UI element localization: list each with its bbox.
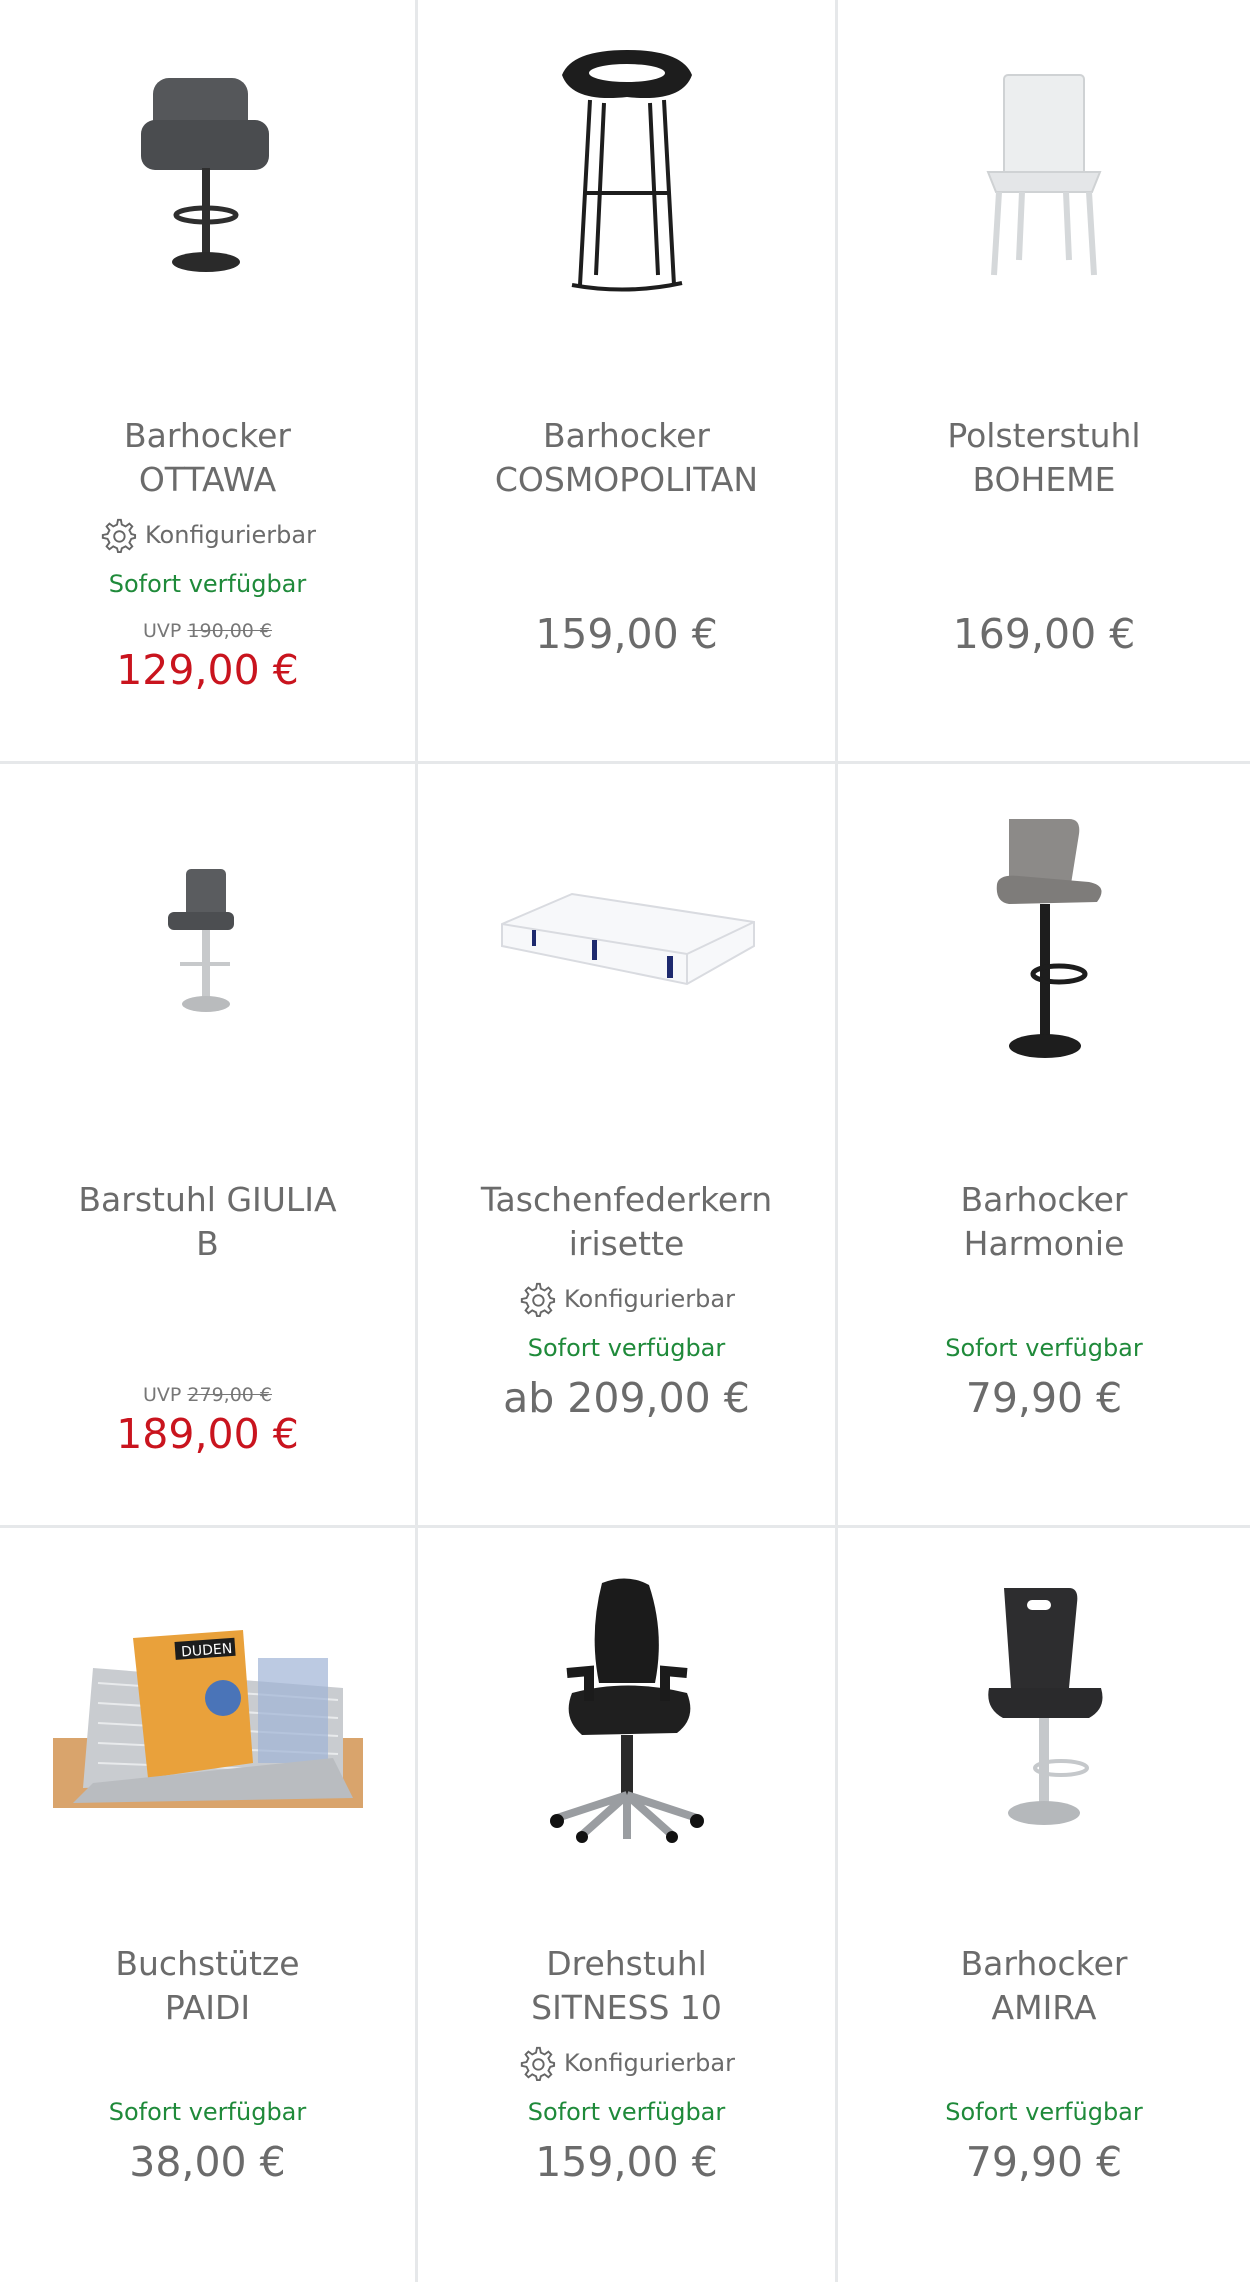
product-image[interactable] — [418, 784, 835, 1104]
price: 169,00 € — [952, 610, 1136, 658]
product-tile-sitness[interactable]: Drehstuhl SITNESS 10 Konfigurierbar Sofo… — [418, 1528, 838, 2282]
chair-image — [986, 74, 1102, 276]
product-image[interactable] — [418, 20, 835, 340]
uvp-old-price: 279,00 € — [187, 1384, 273, 1406]
product-image[interactable] — [0, 20, 415, 340]
availability-status: Sofort verfügbar — [527, 1334, 726, 1362]
product-name[interactable]: Barhocker OTTAWA — [20, 414, 395, 502]
uvp-price: UVP 279,00 € — [0, 1384, 415, 1406]
configurable-text: Konfigurierbar — [145, 521, 316, 549]
availability-status: Sofort verfügbar — [108, 570, 307, 598]
product-name[interactable]: Barhocker AMIRA — [858, 1942, 1230, 2030]
product-tile-paidi[interactable]: DUDEN Buchstütze PAIDI Sofort verfügbar … — [0, 1528, 418, 2282]
product-tile-harmonie[interactable]: Barhocker Harmonie Sofort verfügbar 79,9… — [838, 764, 1250, 1528]
book-stand-image: DUDEN — [52, 1630, 363, 1808]
availability-status: Sofort verfügbar — [945, 2098, 1143, 2126]
product-name[interactable]: Barstuhl GIULIA B — [20, 1178, 395, 1266]
product-tile-ottawa[interactable]: Barhocker OTTAWA Konfigurierbar Sofort v… — [0, 0, 418, 764]
price: 79,90 € — [965, 2138, 1123, 2186]
bar-stool-image — [140, 78, 269, 272]
product-image[interactable] — [838, 20, 1250, 340]
availability-status: Sofort verfügbar — [527, 2098, 726, 2126]
mattress-image — [500, 892, 755, 986]
office-chair-image — [549, 1578, 704, 1843]
product-name[interactable]: Barhocker Harmonie — [858, 1178, 1230, 1266]
gear-icon — [520, 1282, 556, 1318]
product-image[interactable] — [838, 1548, 1250, 1868]
uvp-label: UVP — [142, 620, 182, 642]
product-image[interactable] — [0, 784, 415, 1104]
gear-icon — [101, 518, 137, 554]
product-tile-boheme[interactable]: Polsterstuhl BOHEME 169,00 € — [838, 0, 1250, 764]
uvp-old-price: 190,00 € — [187, 620, 273, 642]
price: 159,00 € — [535, 610, 718, 658]
bar-stool-image — [996, 819, 1102, 1058]
configurable-text: Konfigurierbar — [564, 1285, 735, 1313]
gear-icon — [520, 2046, 556, 2082]
bar-stool-image — [561, 50, 692, 292]
configurable-text: Konfigurierbar — [564, 2049, 735, 2077]
product-tile-giulia[interactable]: Barstuhl GIULIA B UVP 279,00 € 189,00 € — [0, 764, 418, 1528]
product-name[interactable]: Polsterstuhl BOHEME — [858, 414, 1230, 502]
availability-status: Sofort verfügbar — [108, 2098, 307, 2126]
product-tile-amira[interactable]: Barhocker AMIRA Sofort verfügbar 79,90 € — [838, 1528, 1250, 2282]
availability-status: Sofort verfügbar — [945, 1334, 1143, 1362]
bar-stool-image — [988, 1588, 1103, 1825]
product-name[interactable]: Drehstuhl SITNESS 10 — [438, 1942, 815, 2030]
price: ab 209,00 € — [503, 1374, 750, 1422]
price: 38,00 € — [129, 2138, 286, 2186]
product-tile-irisette[interactable]: Taschenfederkern irisette Konfigurierbar… — [418, 764, 838, 1528]
product-image[interactable] — [418, 1548, 835, 1868]
product-tile-cosmopolitan[interactable]: Barhocker COSMOPOLITAN 159,00 € — [418, 0, 838, 764]
configurable-label: Konfigurierbar — [418, 2044, 835, 2082]
sale-price: 129,00 € — [116, 646, 299, 694]
price: 159,00 € — [535, 2138, 718, 2186]
bar-stool-image — [167, 869, 234, 1012]
configurable-label: Konfigurierbar — [0, 516, 415, 554]
product-image[interactable]: DUDEN — [0, 1548, 415, 1868]
price: 79,90 € — [965, 1374, 1123, 1422]
sale-price: 189,00 € — [116, 1410, 299, 1458]
product-name[interactable]: Taschenfederkern irisette — [438, 1178, 815, 1266]
configurable-label: Konfigurierbar — [418, 1280, 835, 1318]
product-name[interactable]: Barhocker COSMOPOLITAN — [438, 414, 815, 502]
product-grid: Barhocker OTTAWA Konfigurierbar Sofort v… — [0, 0, 1250, 2282]
product-name[interactable]: Buchstütze PAIDI — [20, 1942, 395, 2030]
product-image[interactable] — [838, 784, 1250, 1104]
uvp-label: UVP — [142, 1384, 182, 1406]
uvp-price: UVP 190,00 € — [0, 620, 415, 642]
